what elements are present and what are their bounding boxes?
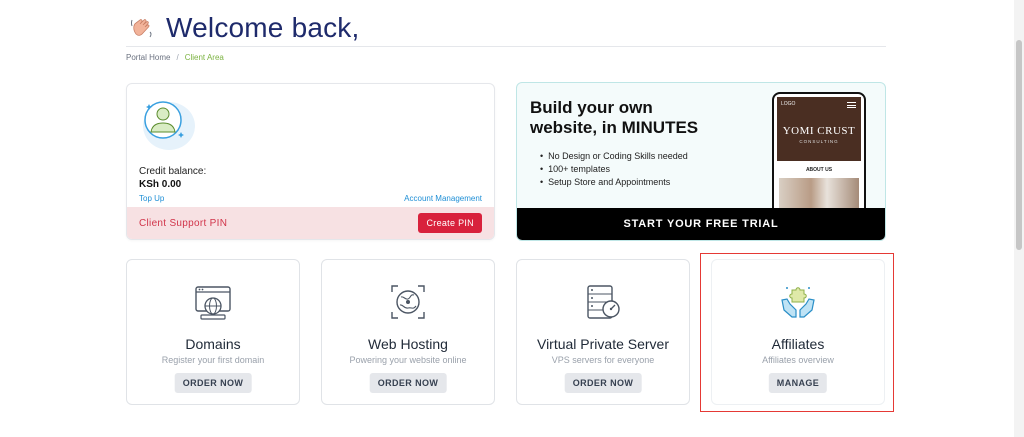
promo-feature: Setup Store and Appointments — [548, 176, 688, 189]
breadcrumb: Portal Home / Client Area — [126, 53, 224, 62]
breadcrumb-client-area: Client Area — [184, 53, 224, 62]
support-pin-label: Client Support PIN — [139, 217, 228, 229]
website-builder-promo[interactable]: Build your own website, in MINUTES No De… — [516, 82, 886, 241]
breadcrumb-separator: / — [176, 53, 179, 62]
credit-balance-value: KSh 0.00 — [139, 179, 182, 190]
server-gauge-icon — [587, 285, 620, 319]
user-avatar-icon — [143, 101, 195, 150]
service-card-domains: Domains Register your first domain ORDER… — [126, 259, 300, 405]
scrollbar-thumb[interactable] — [1016, 40, 1022, 250]
welcome-header: Welcome back, — [128, 12, 360, 44]
credit-balance-label: Credit balance: — [139, 166, 207, 177]
service-card-web-hosting: Web Hosting Powering your website online… — [321, 259, 495, 405]
globe-hosting-icon — [391, 285, 425, 319]
service-card-vps: Virtual Private Server VPS servers for e… — [516, 259, 690, 405]
phone-mockup: LOGO YOMI CRUST CONSULTING ABOUT US — [772, 92, 866, 210]
top-up-link[interactable]: Top Up — [139, 194, 164, 203]
service-title: Web Hosting — [368, 336, 448, 352]
service-subtitle: VPS servers for everyone — [551, 355, 655, 365]
service-title: Virtual Private Server — [536, 336, 669, 352]
promo-feature: No Design or Coding Skills needed — [548, 150, 688, 163]
credit-balance-card: Credit balance: KSh 0.00 Top Up Account … — [126, 83, 495, 240]
breadcrumb-portal-home[interactable]: Portal Home — [126, 53, 170, 62]
phone-hero: LOGO YOMI CRUST CONSULTING — [777, 97, 861, 161]
order-hosting-button[interactable]: ORDER NOW — [369, 373, 447, 393]
domain-browser-icon — [195, 286, 231, 320]
phone-photo — [779, 178, 859, 208]
phone-brand: YOMI CRUST — [782, 125, 856, 137]
header-divider — [126, 46, 886, 47]
page-title: Welcome back, — [166, 12, 360, 43]
promo-feature-list: No Design or Coding Skills needed 100+ t… — [548, 150, 688, 189]
phone-logo: LOGO — [781, 101, 796, 107]
waving-hand-icon — [131, 19, 152, 38]
client-area-page: Welcome back, Portal Home / Client Area … — [0, 0, 1024, 437]
promo-title-line2: website, in MINUTES — [530, 118, 699, 137]
create-pin-button[interactable]: Create PIN — [418, 213, 482, 233]
phone-brand-sub: CONSULTING — [799, 139, 839, 144]
service-title: Domains — [185, 336, 241, 352]
order-domains-button[interactable]: ORDER NOW — [174, 373, 252, 393]
service-subtitle: Powering your website online — [349, 355, 467, 365]
order-vps-button[interactable]: ORDER NOW — [564, 373, 642, 393]
service-subtitle: Register your first domain — [161, 355, 265, 365]
promo-title: Build your own website, in MINUTES — [530, 98, 698, 138]
highlight-box — [700, 253, 894, 412]
promo-title-line1: Build your own — [530, 98, 653, 117]
start-free-trial-button[interactable]: START YOUR FREE TRIAL — [517, 208, 885, 240]
hamburger-menu-icon — [847, 102, 856, 108]
account-management-link[interactable]: Account Management — [404, 194, 482, 203]
phone-section-title: ABOUT US — [805, 167, 833, 173]
promo-feature: 100+ templates — [548, 163, 688, 176]
support-pin-bar: Client Support PIN Create PIN — [127, 207, 494, 239]
